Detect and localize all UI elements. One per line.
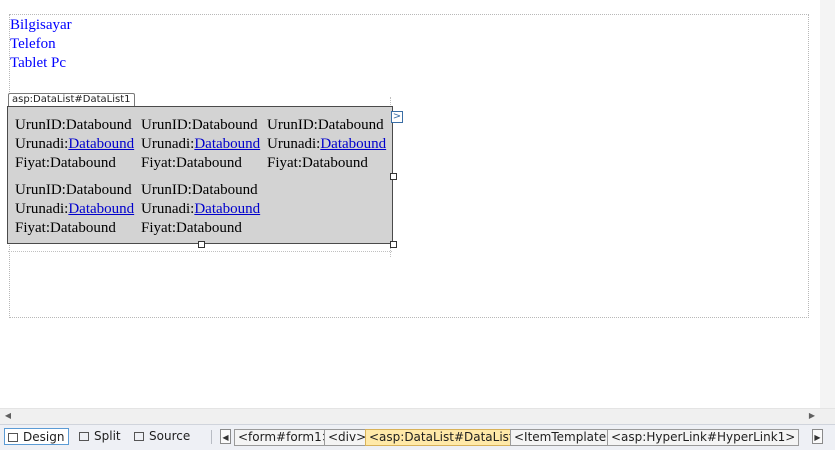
smart-tag-arrow-icon[interactable]: > xyxy=(391,111,403,123)
fiyat-label: Fiyat: xyxy=(15,220,51,236)
breadcrumb-next-icon[interactable]: ▶ xyxy=(812,429,823,444)
fiyat-value: Databound xyxy=(176,220,242,236)
datalist-control[interactable]: UrunID:Databound Urunadi:Databound Fiyat… xyxy=(7,106,393,244)
fiyat-label: Fiyat: xyxy=(141,155,177,171)
breadcrumb-form[interactable]: <form#form1> xyxy=(234,429,336,446)
fiyat-label: Fiyat: xyxy=(267,155,303,171)
design-view-label: Design xyxy=(23,430,65,444)
breadcrumb-prev-icon[interactable]: ◀ xyxy=(220,429,231,444)
urunid-value: Databound xyxy=(191,182,258,198)
link-tablet-pc[interactable]: Tablet Pc xyxy=(10,54,66,73)
vertical-scroll-strip xyxy=(820,0,835,408)
urunid-value: Databound xyxy=(317,117,384,133)
urunadi-link[interactable]: Databound xyxy=(194,136,260,152)
datalist-item: UrunID:Databound Urunadi:Databound Fiyat… xyxy=(267,116,386,173)
split-view-label: Split xyxy=(94,429,121,443)
resize-handle-corner[interactable] xyxy=(390,241,397,248)
urunadi-label: Urunadi: xyxy=(267,136,321,152)
datalist-guide-horizontal xyxy=(8,251,392,252)
toolbar-separator xyxy=(211,430,212,444)
breadcrumb-itemtemplate[interactable]: <ItemTemplate> xyxy=(510,429,621,446)
urunid-value: Databound xyxy=(65,117,132,133)
design-view-button[interactable]: Design xyxy=(4,428,70,445)
view-bar: Design Split Source ◀ <form#form1> <div>… xyxy=(0,424,835,450)
link-bilgisayar[interactable]: Bilgisayar xyxy=(10,16,72,35)
fiyat-value: Databound xyxy=(50,220,116,236)
resize-handle-right[interactable] xyxy=(390,173,397,180)
source-view-button[interactable]: Source xyxy=(131,428,194,445)
source-view-label: Source xyxy=(149,429,191,443)
urunid-label: UrunID: xyxy=(141,117,192,133)
urunid-value: Databound xyxy=(191,117,258,133)
urunadi-label: Urunadi: xyxy=(15,201,69,217)
datalist-item: UrunID:Databound Urunadi:Databound Fiyat… xyxy=(141,181,260,238)
urunadi-link[interactable]: Databound xyxy=(68,136,134,152)
urunadi-label: Urunadi: xyxy=(141,201,195,217)
datalist-item: UrunID:Databound Urunadi:Databound Fiyat… xyxy=(15,181,134,238)
urunadi-link[interactable]: Databound xyxy=(68,201,134,217)
scroll-left-icon[interactable]: ◀ xyxy=(3,411,13,421)
urunid-label: UrunID: xyxy=(267,117,318,133)
urunadi-link[interactable]: Databound xyxy=(320,136,386,152)
datalist-item: UrunID:Databound Urunadi:Databound Fiyat… xyxy=(15,116,134,173)
design-surface[interactable]: Bilgisayar Telefon Tablet Pc asp:DataLis… xyxy=(0,0,820,408)
split-view-button[interactable]: Split xyxy=(76,428,125,445)
urunid-label: UrunID: xyxy=(15,117,66,133)
fiyat-value: Databound xyxy=(302,155,368,171)
fiyat-label: Fiyat: xyxy=(15,155,51,171)
scroll-right-icon[interactable]: ▶ xyxy=(807,411,817,421)
breadcrumb-div[interactable]: <div> xyxy=(324,429,371,446)
fiyat-value: Databound xyxy=(176,155,242,171)
split-view-icon xyxy=(79,432,89,441)
link-telefon[interactable]: Telefon xyxy=(10,35,56,54)
resize-handle-bottom[interactable] xyxy=(198,241,205,248)
breadcrumb-hyperlink[interactable]: <asp:HyperLink#HyperLink1> xyxy=(607,429,800,446)
urunadi-link[interactable]: Databound xyxy=(194,201,260,217)
datalist-tag-label[interactable]: asp:DataList#DataList1 xyxy=(8,93,135,106)
fiyat-label: Fiyat: xyxy=(141,220,177,236)
source-view-icon xyxy=(134,432,144,441)
horizontal-scrollbar[interactable]: ◀ ▶ xyxy=(0,408,835,424)
urunadi-label: Urunadi: xyxy=(15,136,69,152)
urunid-value: Databound xyxy=(65,182,132,198)
design-view-icon xyxy=(8,433,18,442)
urunadi-label: Urunadi: xyxy=(141,136,195,152)
fiyat-value: Databound xyxy=(50,155,116,171)
urunid-label: UrunID: xyxy=(141,182,192,198)
datalist-item: UrunID:Databound Urunadi:Databound Fiyat… xyxy=(141,116,260,173)
urunid-label: UrunID: xyxy=(15,182,66,198)
